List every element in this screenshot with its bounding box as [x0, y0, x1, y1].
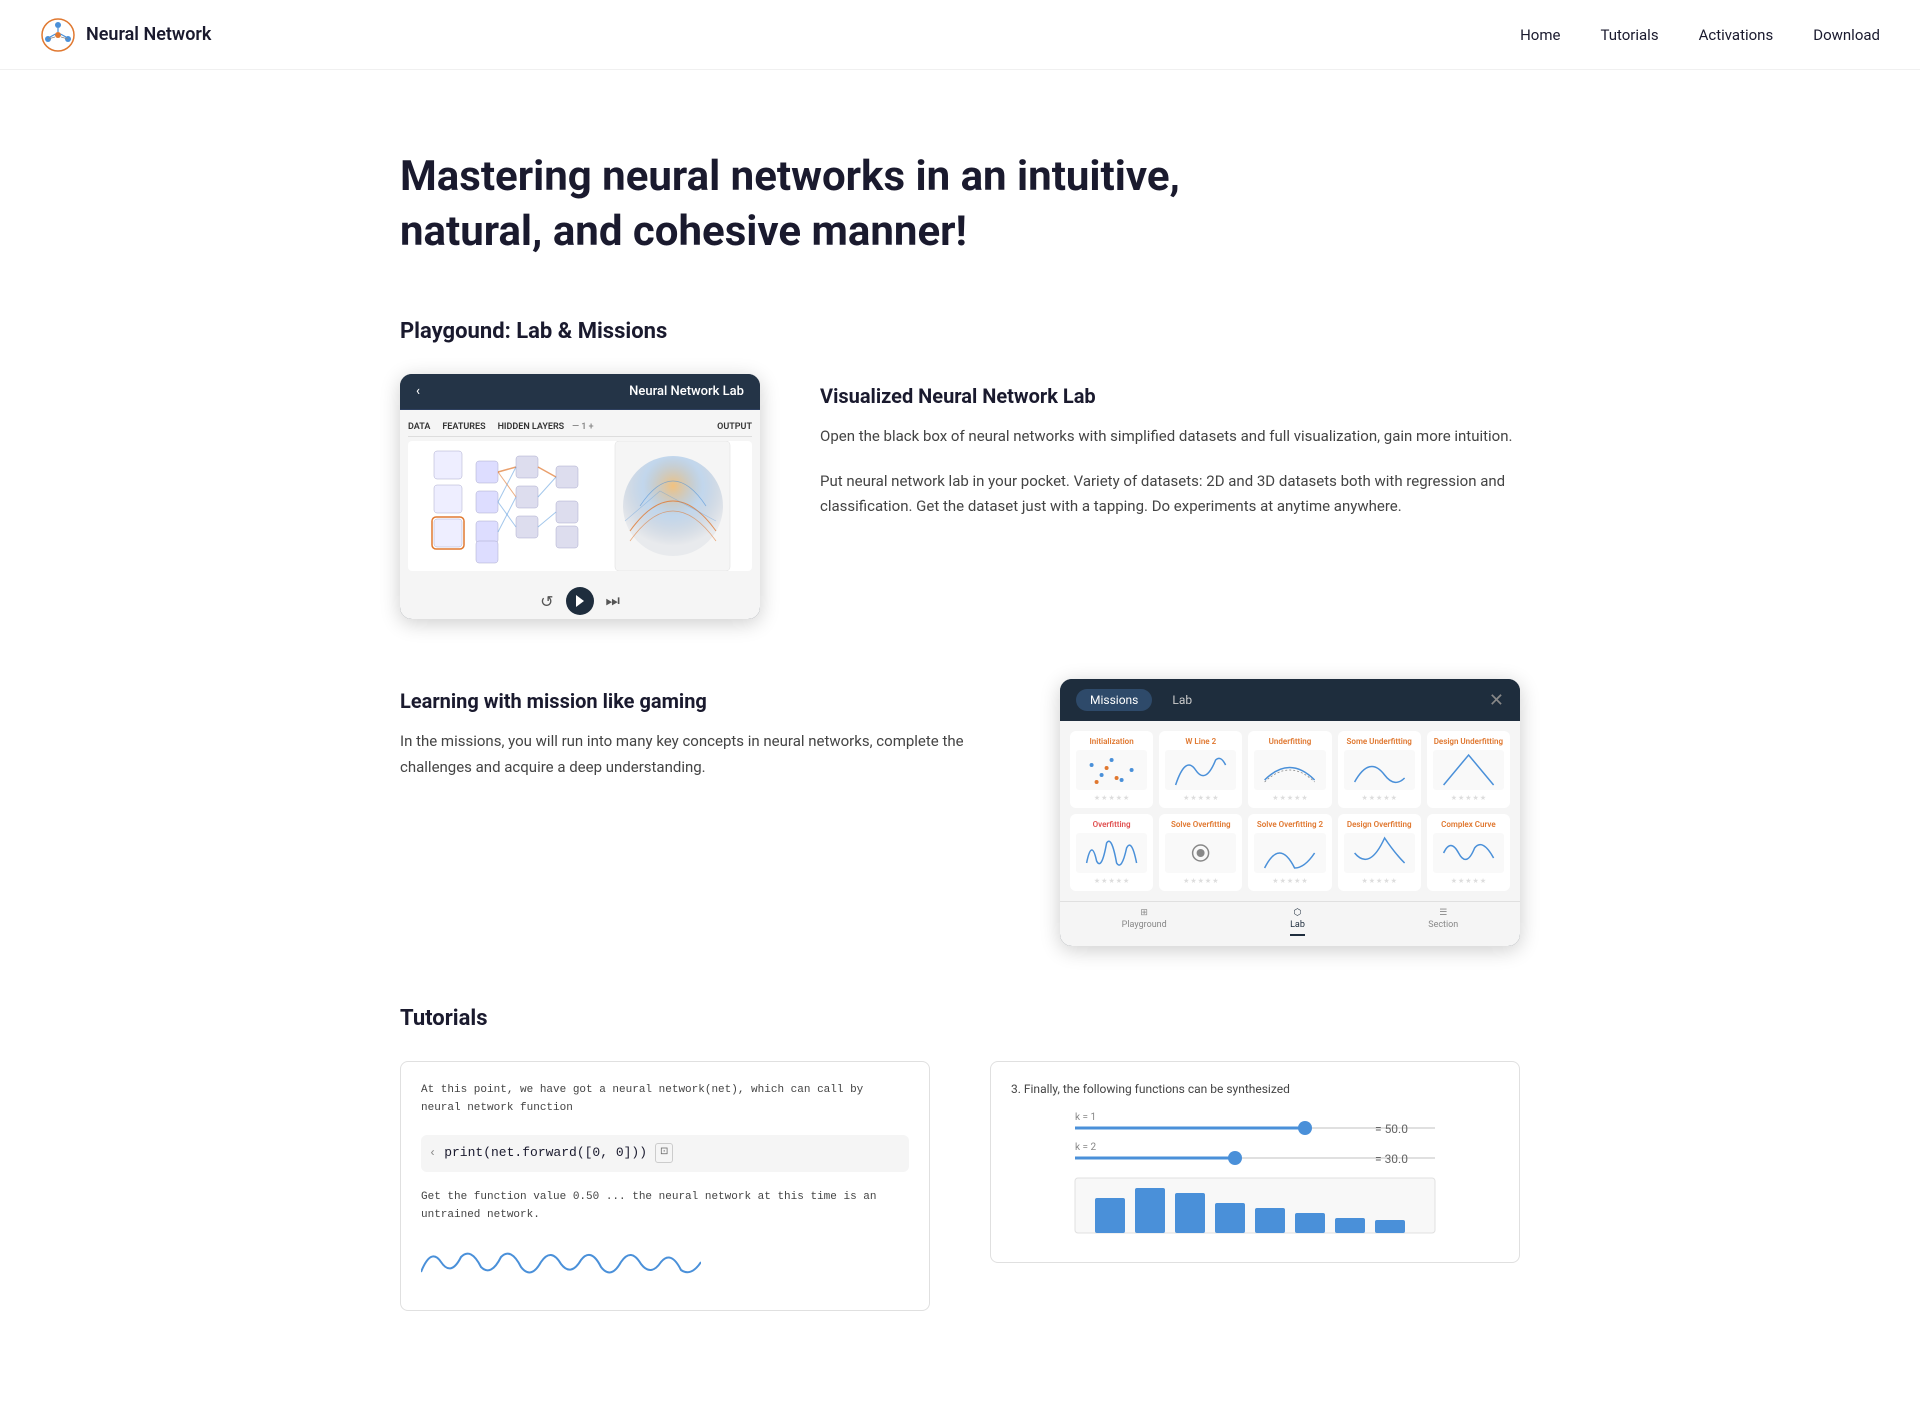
mission-card-4[interactable]: Some Underfitting ★★★★★: [1338, 731, 1421, 808]
nav-lab[interactable]: ⬡ Lab: [1290, 908, 1305, 936]
tutorial-text1: At this point, we have got a neural netw…: [421, 1082, 909, 1117]
lab-tab[interactable]: Lab: [1158, 689, 1206, 711]
logo-icon: [40, 17, 76, 53]
tutorials-row: At this point, we have got a neural netw…: [400, 1061, 1520, 1311]
missions-grid: Initialization: [1060, 721, 1520, 901]
mission-card-9[interactable]: Design Overfitting ★★★★★: [1338, 814, 1421, 891]
brand[interactable]: Neural Network: [40, 17, 211, 53]
nav-activations[interactable]: Activations: [1699, 26, 1774, 44]
missions-bottom-nav: ⊞ Playground ⬡ Lab ☰ Section: [1060, 901, 1520, 946]
restart-button[interactable]: ↺: [540, 592, 553, 611]
svg-text:= 50.0: = 50.0: [1375, 1122, 1408, 1136]
mission-card-8[interactable]: Solve Overfitting 2 ★★★★★: [1248, 814, 1331, 891]
nav-playground[interactable]: ⊞ Playground: [1122, 908, 1167, 936]
mission-card-3[interactable]: Underfitting ★★★★★: [1248, 731, 1331, 808]
missions-description-text: In the missions, you will run into many …: [400, 729, 1000, 780]
main-content: Mastering neural networks in an intuitiv…: [360, 70, 1560, 1409]
brand-name: Neural Network: [86, 24, 211, 45]
mission-card-1[interactable]: Initialization: [1070, 731, 1153, 808]
lab-description: Visualized Neural Network Lab Open the b…: [820, 374, 1520, 520]
lab-title-text: Neural Network Lab: [629, 384, 744, 399]
tutorials-section: Tutorials At this point, we have got a n…: [400, 1006, 1520, 1311]
lab-description-text2: Put neural network lab in your pocket. V…: [820, 469, 1520, 520]
missions-mockup: Missions Lab ✕ Initialization: [1060, 679, 1520, 946]
mission-card-6[interactable]: Overfitting ★★★★★: [1070, 814, 1153, 891]
missions-tab[interactable]: Missions: [1076, 689, 1152, 711]
tutorial-text2: Get the function value 0.50 ... the neur…: [421, 1189, 909, 1224]
close-icon[interactable]: ✕: [1489, 690, 1504, 711]
lab-network-viz: [408, 441, 752, 571]
nav-section[interactable]: ☰ Section: [1428, 908, 1458, 936]
lab-description-text1: Open the black box of neural networks wi…: [820, 424, 1520, 450]
missions-row: Missions Lab ✕ Initialization: [400, 679, 1520, 946]
missions-feature-title: Learning with mission like gaming: [400, 689, 1000, 713]
svg-text:= 30.0: = 30.0: [1375, 1152, 1408, 1166]
missions-header: Missions Lab ✕: [1060, 679, 1520, 721]
nav-links: Home Tutorials Activations Download: [1520, 26, 1880, 44]
lab-sections: DATA FEATURES HIDDEN LAYERS — 1 + OUTPUT: [408, 418, 752, 437]
hero-title: Mastering neural networks in an intuitiv…: [400, 150, 1200, 259]
skip-button[interactable]: ⏭: [606, 591, 620, 611]
playground-section-title: Playgound: Lab & Missions: [400, 319, 1520, 344]
svg-text:k = 1: k = 1: [1075, 1112, 1096, 1123]
mission-card-5[interactable]: Design Underfitting ★★★★★: [1427, 731, 1510, 808]
svg-text:k = 2: k = 2: [1075, 1142, 1097, 1153]
lab-row: ‹ Neural Network Lab DATA FEATURES HIDDE…: [400, 374, 1520, 619]
tutorial-chart-preview: 3. Finally, the following functions can …: [990, 1061, 1520, 1263]
navbar: Neural Network Home Tutorials Activation…: [0, 0, 1920, 70]
lab-header: ‹ Neural Network Lab: [400, 374, 760, 410]
mission-card-2[interactable]: W Line 2 ★★★★★: [1159, 731, 1242, 808]
missions-description: Learning with mission like gaming In the…: [400, 679, 1000, 780]
mission-card-10[interactable]: Complex Curve ★★★★★: [1427, 814, 1510, 891]
lab-body: DATA FEATURES HIDDEN LAYERS — 1 + OUTPUT: [400, 410, 760, 579]
nav-home[interactable]: Home: [1520, 26, 1560, 44]
tutorials-section-title: Tutorials: [400, 1006, 1520, 1031]
lab-controls: ↺ ⏭: [400, 579, 760, 619]
lab-mockup: ‹ Neural Network Lab DATA FEATURES HIDDE…: [400, 374, 760, 619]
nav-download[interactable]: Download: [1813, 26, 1880, 44]
back-button[interactable]: ‹: [416, 384, 420, 399]
play-button[interactable]: [566, 587, 594, 615]
mission-card-7[interactable]: Solve Overfitting ★★★★★: [1159, 814, 1242, 891]
tutorial-code-preview: At this point, we have got a neural netw…: [400, 1061, 930, 1311]
nav-tutorials[interactable]: Tutorials: [1600, 26, 1658, 44]
tutorial-code: print(net.forward([0, 0])): [444, 1143, 647, 1164]
lab-feature-title: Visualized Neural Network Lab: [820, 384, 1520, 408]
chart-label: 3. Finally, the following functions can …: [1011, 1082, 1499, 1096]
missions-tabs: Missions Lab: [1076, 689, 1206, 711]
